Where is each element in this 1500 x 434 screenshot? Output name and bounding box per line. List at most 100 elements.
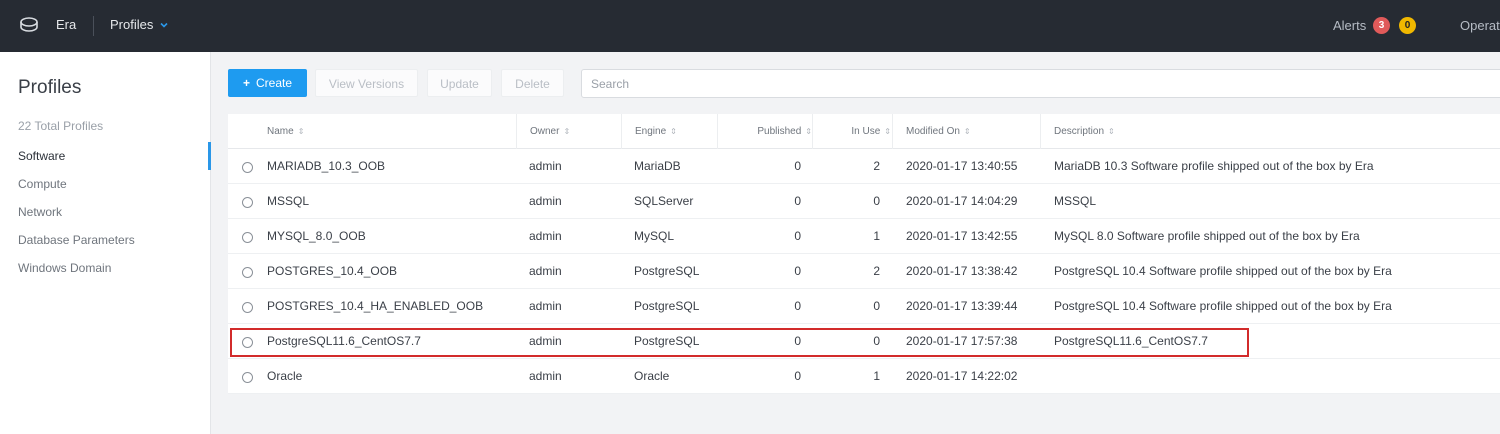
sidebar-item-software[interactable]: Software xyxy=(0,142,211,170)
profile-name: MARIADB_10.3_OOB xyxy=(267,159,386,173)
profile-name: Oracle xyxy=(267,369,303,383)
profile-engine: SQLServer xyxy=(634,194,694,208)
table-row[interactable]: MSSQL admin SQLServer 0 0 2020-01-17 14:… xyxy=(228,184,1500,219)
profile-published: 0 xyxy=(794,229,801,243)
profile-modified-on: 2020-01-17 13:38:42 xyxy=(906,264,1018,278)
profile-modified-on: 2020-01-17 13:39:44 xyxy=(906,299,1018,313)
sidebar-item-windows-domain[interactable]: Windows Domain xyxy=(0,254,211,282)
profile-in-use: 1 xyxy=(873,229,880,243)
profile-engine: PostgreSQL xyxy=(634,299,700,313)
table-row[interactable]: POSTGRES_10.4_OOB admin PostgreSQL 0 2 2… xyxy=(228,254,1500,289)
delete-button[interactable]: Delete xyxy=(501,69,564,97)
column-header-description[interactable]: Description ⇕ xyxy=(1040,114,1115,149)
sort-icon: ⇕ xyxy=(884,127,891,136)
profile-published: 0 xyxy=(794,159,801,173)
profile-published: 0 xyxy=(794,194,801,208)
column-header-published[interactable]: Published ⇕ xyxy=(717,114,812,149)
profile-in-use: 0 xyxy=(873,299,880,313)
profile-engine: PostgreSQL xyxy=(634,334,700,348)
profile-owner: admin xyxy=(529,264,562,278)
row-select-radio[interactable] xyxy=(242,197,253,208)
row-select-radio[interactable] xyxy=(242,267,253,278)
profile-description: MSSQL xyxy=(1054,194,1097,208)
profile-in-use: 2 xyxy=(873,264,880,278)
plus-icon: + xyxy=(242,76,250,90)
create-button[interactable]: + Create xyxy=(228,69,307,97)
profile-owner: admin xyxy=(529,159,562,173)
update-button[interactable]: Update xyxy=(427,69,492,97)
profile-name: POSTGRES_10.4_HA_ENABLED_OOB xyxy=(267,299,484,313)
nav-menu-label: Profiles xyxy=(110,17,154,32)
column-header-owner[interactable]: Owner ⇕ xyxy=(516,114,570,149)
profile-owner: admin xyxy=(529,194,562,208)
profile-modified-on: 2020-01-17 14:22:02 xyxy=(906,369,1018,383)
create-button-label: Create xyxy=(255,76,293,90)
table-row[interactable]: Oracle admin Oracle 0 1 2020-01-17 14:22… xyxy=(228,359,1500,394)
profile-owner: admin xyxy=(529,369,562,383)
critical-alerts-badge[interactable]: 3 xyxy=(1373,17,1390,34)
total-profiles-count: 22 Total Profiles xyxy=(18,119,104,133)
profile-owner: admin xyxy=(529,334,562,348)
profile-name: POSTGRES_10.4_OOB xyxy=(267,264,398,278)
sidebar: Profiles 22 Total Profiles Software Comp… xyxy=(0,52,211,434)
operations-label[interactable]: Operations xyxy=(1460,18,1500,33)
row-select-radio[interactable] xyxy=(242,302,253,313)
sidebar-item-compute[interactable]: Compute xyxy=(0,170,211,198)
sort-icon: ⇕ xyxy=(670,127,677,136)
table-row[interactable]: POSTGRES_10.4_HA_ENABLED_OOB admin Postg… xyxy=(228,289,1500,324)
profile-in-use: 0 xyxy=(873,334,880,348)
profile-modified-on: 2020-01-17 13:42:55 xyxy=(906,229,1018,243)
alerts-label[interactable]: Alerts xyxy=(1333,18,1366,33)
profile-owner: admin xyxy=(529,229,562,243)
warning-alerts-badge[interactable]: 0 xyxy=(1399,17,1416,34)
profile-modified-on: 2020-01-17 14:04:29 xyxy=(906,194,1018,208)
app-name[interactable]: Era xyxy=(56,17,76,32)
row-select-radio[interactable] xyxy=(242,232,253,243)
top-bar: Era Profiles Alerts 3 0 Operations xyxy=(0,0,1500,52)
sidebar-item-network[interactable]: Network xyxy=(0,198,211,226)
profile-engine: MariaDB xyxy=(634,159,681,173)
era-logo-icon[interactable] xyxy=(18,15,40,35)
profile-engine: MySQL xyxy=(634,229,675,243)
sort-icon: ⇕ xyxy=(963,127,971,136)
sort-icon: ⇕ xyxy=(563,127,571,136)
column-header-modified-on[interactable]: Modified On ⇕ xyxy=(892,114,971,149)
profile-published: 0 xyxy=(794,264,801,278)
profile-description: PostgreSQL 10.4 Software profile shipped… xyxy=(1054,299,1392,313)
sort-icon: ⇕ xyxy=(1108,127,1115,136)
profile-modified-on: 2020-01-17 17:57:38 xyxy=(906,334,1018,348)
view-versions-button[interactable]: View Versions xyxy=(315,69,418,97)
profiles-nav-menu[interactable]: Profiles xyxy=(110,17,169,32)
page-title: Profiles xyxy=(18,77,82,98)
profile-engine: PostgreSQL xyxy=(634,264,700,278)
topbar-divider xyxy=(93,16,94,36)
table-header: Name ⇕ Owner ⇕ Engine ⇕ Published ⇕ In Use ⇕ … xyxy=(228,114,1500,149)
profiles-table: Name ⇕ Owner ⇕ Engine ⇕ Published ⇕ In Use ⇕ … xyxy=(228,114,1500,394)
profile-published: 0 xyxy=(794,369,801,383)
table-row[interactable]: MARIADB_10.3_OOB admin MariaDB 0 2 2020-… xyxy=(228,149,1500,184)
column-header-in-use[interactable]: In Use ⇕ xyxy=(812,114,891,149)
sort-icon: ⇕ xyxy=(805,127,812,136)
profile-description: MySQL 8.0 Software profile shipped out o… xyxy=(1054,229,1360,243)
chevron-down-icon xyxy=(160,22,168,28)
profile-published: 0 xyxy=(794,299,801,313)
column-header-engine[interactable]: Engine ⇕ xyxy=(621,114,677,149)
profile-name: MSSQL xyxy=(267,194,310,208)
table-row[interactable]: PostgreSQL11.6_CentOS7.7 admin PostgreSQ… xyxy=(228,324,1500,359)
table-row[interactable]: MYSQL_8.0_OOB admin MySQL 0 1 2020-01-17… xyxy=(228,219,1500,254)
profile-published: 0 xyxy=(794,334,801,348)
sort-icon: ⇕ xyxy=(297,127,305,136)
search-input[interactable] xyxy=(581,69,1500,98)
profile-in-use: 1 xyxy=(873,369,880,383)
sidebar-item-database-parameters[interactable]: Database Parameters xyxy=(0,226,211,254)
row-select-radio[interactable] xyxy=(242,162,253,173)
profile-description: PostgreSQL 10.4 Software profile shipped… xyxy=(1054,264,1392,278)
column-header-name[interactable]: Name ⇕ xyxy=(267,114,304,149)
profile-description: PostgreSQL11.6_CentOS7.7 xyxy=(1054,334,1208,348)
profile-name: PostgreSQL11.6_CentOS7.7 xyxy=(267,334,421,348)
profile-in-use: 0 xyxy=(873,194,880,208)
profile-name: MYSQL_8.0_OOB xyxy=(267,229,366,243)
row-select-radio[interactable] xyxy=(242,372,253,383)
row-select-radio[interactable] xyxy=(242,337,253,348)
profile-engine: Oracle xyxy=(634,369,670,383)
